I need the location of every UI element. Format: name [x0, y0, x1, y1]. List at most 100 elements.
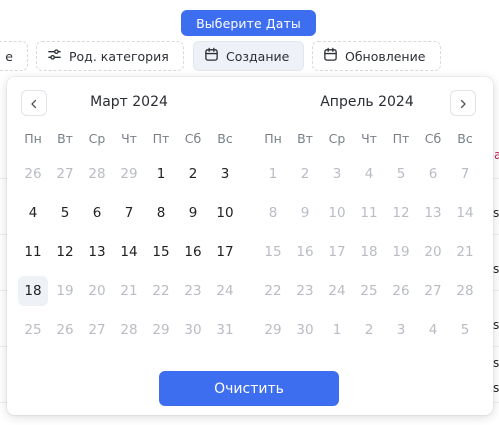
table-cell-edge: s [493, 318, 499, 332]
day-cell[interactable]: 23 [290, 276, 320, 306]
day-cell[interactable]: 4 [354, 159, 384, 189]
day-cell[interactable]: 24 [322, 276, 352, 306]
day-cell[interactable]: 8 [146, 198, 176, 228]
next-month-button[interactable] [450, 90, 476, 116]
day-cell[interactable]: 1 [258, 159, 288, 189]
day-cell[interactable]: 18 [354, 237, 384, 267]
filter-category-chip[interactable]: Род. категория [36, 41, 184, 71]
day-cell[interactable]: 9 [178, 198, 208, 228]
day-cell[interactable]: 22 [258, 276, 288, 306]
day-cell[interactable]: 26 [18, 159, 48, 189]
table-cell-edge: s [493, 206, 499, 220]
day-cell[interactable]: 16 [178, 237, 208, 267]
day-cell[interactable]: 13 [82, 237, 112, 267]
day-cell[interactable]: 25 [18, 315, 48, 345]
day-cell[interactable]: 24 [210, 276, 240, 306]
day-cell[interactable]: 12 [386, 198, 416, 228]
day-cell[interactable]: 14 [114, 237, 144, 267]
day-cell[interactable]: 4 [18, 198, 48, 228]
table-cell-edge: a [494, 148, 499, 162]
day-cell[interactable]: 7 [450, 159, 480, 189]
calendar-icon [323, 47, 338, 65]
day-cell[interactable]: 9 [290, 198, 320, 228]
day-cell[interactable]: 22 [146, 276, 176, 306]
day-cell[interactable]: 10 [322, 198, 352, 228]
day-cell[interactable]: 12 [50, 237, 80, 267]
day-cell[interactable]: 29 [258, 315, 288, 345]
day-cell[interactable]: 30 [290, 315, 320, 345]
day-cell[interactable]: 8 [258, 198, 288, 228]
day-cell[interactable]: 4 [418, 315, 448, 345]
month-title: Март 2024 [90, 94, 168, 110]
day-cell[interactable]: 21 [450, 237, 480, 267]
day-cell[interactable]: 2 [178, 159, 208, 189]
weekday-label: Вс [457, 131, 473, 146]
filter-chip-partial[interactable]: е [0, 41, 28, 71]
day-cell[interactable]: 26 [386, 276, 416, 306]
day-cell[interactable]: 27 [50, 159, 80, 189]
weekday-label: Ср [88, 131, 106, 146]
day-cell[interactable]: 30 [178, 315, 208, 345]
day-cell[interactable]: 25 [354, 276, 384, 306]
select-dates-button[interactable]: Выберите Даты [181, 10, 316, 36]
table-cell-edge: s [493, 356, 499, 370]
table-cell-edge: s [493, 262, 499, 276]
sliders-icon [47, 47, 62, 65]
day-cell[interactable]: 1 [322, 315, 352, 345]
day-cell[interactable]: 15 [146, 237, 176, 267]
day-cell[interactable]: 5 [386, 159, 416, 189]
day-cell[interactable]: 27 [418, 276, 448, 306]
day-cell[interactable]: 26 [50, 315, 80, 345]
day-cell[interactable]: 15 [258, 237, 288, 267]
clear-button[interactable]: Очистить [159, 371, 339, 406]
weekday-label: Пт [152, 131, 170, 146]
day-cell[interactable]: 7 [114, 198, 144, 228]
filter-chip-label: е [5, 48, 13, 64]
day-cell[interactable]: 17 [322, 237, 352, 267]
day-cell[interactable]: 14 [450, 198, 480, 228]
day-cell[interactable]: 5 [50, 198, 80, 228]
day-cell[interactable]: 20 [82, 276, 112, 306]
day-cell[interactable]: 28 [114, 315, 144, 345]
day-cell[interactable]: 19 [50, 276, 80, 306]
weekday-label: Вт [57, 131, 73, 146]
weekday-label: Вт [297, 131, 313, 146]
weekday-label: Чт [121, 131, 137, 146]
filter-created-chip[interactable]: Создание [193, 41, 304, 71]
filter-updated-chip[interactable]: Обновление [312, 41, 441, 71]
day-cell[interactable]: 11 [354, 198, 384, 228]
day-cell[interactable]: 31 [210, 315, 240, 345]
day-cell[interactable]: 3 [386, 315, 416, 345]
day-cell[interactable]: 28 [82, 159, 112, 189]
day-cell[interactable]: 11 [18, 237, 48, 267]
weekday-label: Ср [328, 131, 346, 146]
day-cell[interactable]: 3 [210, 159, 240, 189]
prev-month-button[interactable] [21, 90, 47, 116]
weekday-label: Сб [424, 131, 442, 146]
day-cell[interactable]: 27 [82, 315, 112, 345]
day-cell[interactable]: 16 [290, 237, 320, 267]
day-cell[interactable]: 13 [418, 198, 448, 228]
day-cell[interactable]: 20 [418, 237, 448, 267]
day-cell[interactable]: 29 [114, 159, 144, 189]
day-cell[interactable]: 10 [210, 198, 240, 228]
day-cell[interactable]: 21 [114, 276, 144, 306]
day-cell[interactable]: 5 [450, 315, 480, 345]
day-cell[interactable]: 29 [146, 315, 176, 345]
weekday-label: Пн [24, 131, 42, 146]
date-range-popover: Март 2024 Пн Вт Ср Чт Пт Сб Вс 26 27 28 29 1 2 3 4 5 6 7 8 9… [7, 77, 493, 415]
day-cell[interactable]: 23 [178, 276, 208, 306]
day-cell[interactable]: 2 [290, 159, 320, 189]
month-title: Апрель 2024 [320, 94, 414, 110]
day-cell-today[interactable]: 18 [18, 276, 48, 306]
day-cell[interactable]: 2 [354, 315, 384, 345]
day-cell[interactable]: 3 [322, 159, 352, 189]
day-cell[interactable]: 6 [82, 198, 112, 228]
day-cell[interactable]: 6 [418, 159, 448, 189]
table-cell-edge: s [493, 381, 499, 395]
chevron-left-icon [29, 94, 39, 113]
day-cell[interactable]: 28 [450, 276, 480, 306]
day-cell[interactable]: 1 [146, 159, 176, 189]
day-cell[interactable]: 17 [210, 237, 240, 267]
day-cell[interactable]: 19 [386, 237, 416, 267]
